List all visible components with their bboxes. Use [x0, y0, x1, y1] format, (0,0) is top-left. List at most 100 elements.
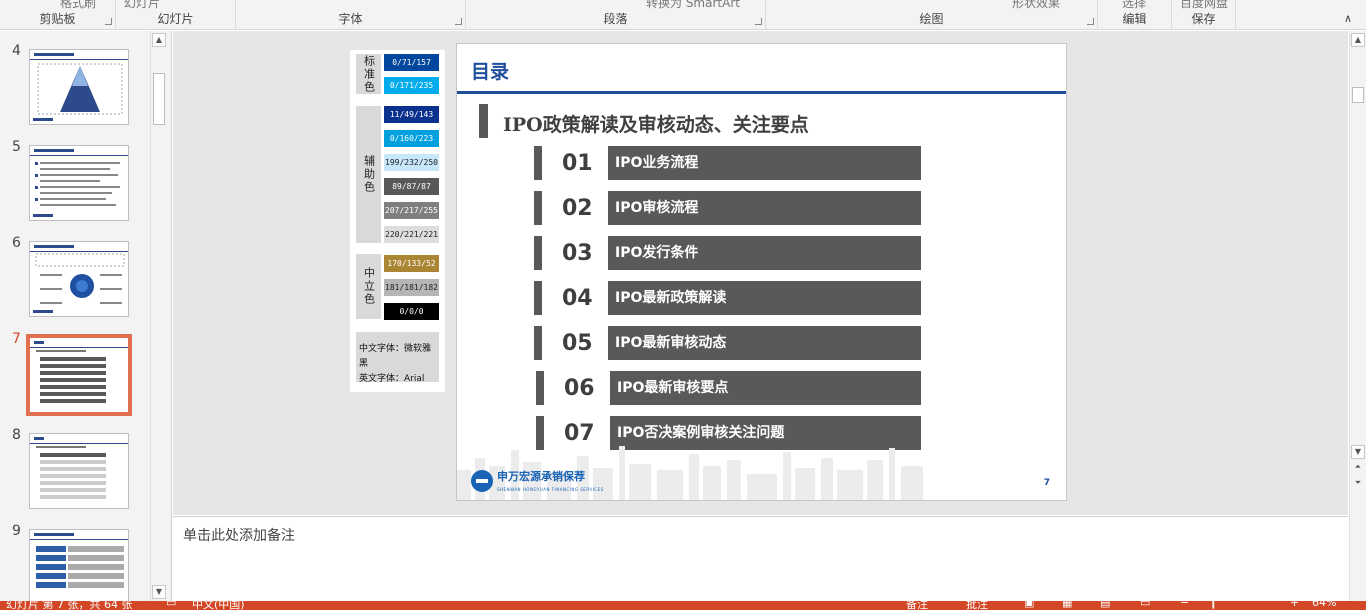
comments-button[interactable]: 批注: [966, 601, 988, 610]
thumbnail-slide-4[interactable]: 4: [0, 31, 150, 125]
status-bar: 幻灯片 第 7 张，共 64 张 ▭ 中文(中国) 备注 批注 ▣ ▦ ▤ ▭ …: [0, 601, 1366, 610]
company-name-cn: 申万宏源承销保荐: [497, 470, 585, 483]
slide-number: 5: [12, 139, 21, 155]
slide-canvas[interactable]: 目录 IPO政策解读及审核动态、关注要点 01 IPO业务流程 02 IPO审核…: [456, 43, 1067, 501]
notes-button[interactable]: 备注: [906, 601, 928, 610]
toc-number: 04: [562, 286, 593, 311]
ribbon-group-label: 字体: [338, 12, 363, 26]
slide-sorter-icon[interactable]: ▦: [1062, 601, 1072, 609]
thumbnail-scrollbar[interactable]: ▲ ▼: [150, 31, 167, 601]
toc-number: 06: [564, 376, 595, 401]
collapse-ribbon-icon[interactable]: ∧: [1344, 12, 1352, 25]
slide-thumbnail-pane: 4 5 6 7 8 9 ▲ ▼: [0, 31, 172, 605]
text-lines-graphic: [35, 162, 120, 206]
slide-thumbnail[interactable]: [29, 145, 129, 221]
legend-group-label: 中立色: [356, 254, 381, 319]
english-font-label: 英文字体：Arial: [359, 374, 425, 384]
ribbon: 格式刷 剪贴板 幻灯片 幻灯片 字体 转换为 SmartArt 段落 形状效果 …: [0, 0, 1366, 30]
company-logo-icon: [471, 470, 493, 492]
color-swatch: 0/171/235: [384, 77, 439, 94]
toc-number: 03: [562, 241, 593, 266]
scroll-down-icon[interactable]: ▼: [152, 585, 166, 599]
color-swatch: 89/87/87: [384, 178, 439, 195]
font-spec-box: 中文字体：微软雅黑 英文字体：Arial: [356, 332, 439, 384]
language-status[interactable]: 中文(中国): [192, 601, 245, 610]
ribbon-group-clipboard: 格式刷 剪贴板: [0, 0, 116, 30]
chinese-font-label: 中文字体：微软雅黑: [359, 344, 432, 369]
slide-thumbnail-selected[interactable]: [26, 334, 132, 416]
toc-label: IPO最新审核要点: [610, 371, 921, 405]
ribbon-group-paragraph: 转换为 SmartArt 段落: [466, 0, 766, 30]
zoom-level[interactable]: 64%: [1312, 601, 1336, 609]
dialog-launcher-icon[interactable]: [1087, 18, 1094, 25]
slide-number: 7: [12, 331, 21, 347]
slideshow-icon[interactable]: ▭: [1140, 601, 1150, 609]
thumbnail-slide-9[interactable]: 9: [0, 511, 150, 605]
slide-thumbnail[interactable]: [29, 241, 129, 317]
toc-label: IPO最新政策解读: [608, 281, 921, 315]
slide-count-status: 幻灯片 第 7 张，共 64 张: [6, 601, 133, 610]
scroll-up-icon[interactable]: ▲: [1351, 33, 1365, 47]
color-swatch: 0/0/0: [384, 303, 439, 320]
ribbon-group-drawing: 形状效果 绘图: [766, 0, 1098, 30]
ribbon-group-label: 剪贴板: [39, 12, 76, 26]
toc-label: IPO业务流程: [608, 146, 921, 180]
toc-number: 05: [562, 331, 593, 356]
thumbnail-slide-8[interactable]: 8: [0, 415, 150, 509]
slide-page-number: 7: [1043, 478, 1050, 488]
slide-scrollbar[interactable]: ▲ ▼ ⏶ ⏷: [1349, 31, 1366, 601]
slide-thumbnail[interactable]: [29, 529, 129, 605]
color-swatch: 207/217/255: [384, 202, 439, 219]
color-legend-panel[interactable]: 标准色 0/71/157 0/171/235 辅助色 11/49/143 0/1…: [350, 50, 445, 392]
slide-thumbnail[interactable]: [29, 433, 129, 509]
ribbon-group-editing: 选择 编辑: [1098, 0, 1172, 30]
ribbon-group-label: 段落: [603, 12, 628, 26]
section-marker: [479, 104, 488, 138]
zoom-out-icon[interactable]: −: [1180, 601, 1189, 609]
toc-number: 02: [562, 196, 593, 221]
previous-slide-icon[interactable]: ⏶: [1351, 461, 1365, 475]
slide-title[interactable]: 目录: [471, 57, 509, 84]
toc-label: IPO审核流程: [608, 191, 921, 225]
color-swatch: 199/232/250: [384, 154, 439, 171]
ribbon-group-label: 幻灯片: [157, 12, 194, 26]
slide-number: 4: [12, 43, 21, 59]
ribbon-group-font: 字体: [236, 0, 466, 30]
slide-thumbnail[interactable]: [29, 49, 129, 125]
toc-label: IPO发行条件: [608, 236, 921, 270]
dialog-launcher-icon[interactable]: [105, 18, 112, 25]
color-swatch: 220/221/221: [384, 226, 439, 243]
title-rule: [457, 91, 1066, 94]
color-swatch: 11/49/143: [384, 106, 439, 123]
spellcheck-icon[interactable]: ▭: [166, 601, 176, 609]
dialog-launcher-icon[interactable]: [755, 18, 762, 25]
scroll-up-icon[interactable]: ▲: [152, 33, 166, 47]
toc-label: IPO最新审核动态: [608, 326, 921, 360]
notes-placeholder[interactable]: 单击此处添加备注: [183, 525, 295, 545]
scrollbar-thumb[interactable]: [153, 73, 165, 125]
legend-group-label: 辅助色: [356, 106, 381, 243]
color-swatch: 0/71/157: [384, 54, 439, 71]
normal-view-icon[interactable]: ▣: [1024, 601, 1034, 609]
ribbon-group-label: 编辑: [1122, 12, 1147, 26]
color-swatch: 0/160/223: [384, 130, 439, 147]
color-swatch: 170/133/52: [384, 255, 439, 272]
section-heading[interactable]: IPO政策解读及审核动态、关注要点: [503, 110, 809, 137]
reading-view-icon[interactable]: ▤: [1100, 601, 1110, 609]
ribbon-group-label: 保存: [1191, 12, 1216, 26]
scroll-down-icon[interactable]: ▼: [1351, 445, 1365, 459]
toc-number: 01: [562, 151, 593, 176]
ribbon-group-save: 百度网盘 保存: [1172, 0, 1236, 30]
zoom-in-icon[interactable]: +: [1290, 601, 1299, 609]
scrollbar-thumb[interactable]: [1352, 87, 1364, 103]
thumbnail-slide-7[interactable]: 7: [0, 319, 150, 416]
dialog-launcher-icon[interactable]: [455, 18, 462, 25]
zoom-slider[interactable]: ┃: [1210, 601, 1217, 609]
gear-diagram-graphic: [35, 253, 125, 304]
next-slide-icon[interactable]: ⏷: [1351, 477, 1365, 491]
pyramid-graphic: [37, 63, 123, 115]
notes-pane[interactable]: 单击此处添加备注: [173, 516, 1348, 601]
ribbon-group-label: 绘图: [919, 12, 944, 26]
thumbnail-slide-5[interactable]: 5: [0, 127, 150, 221]
thumbnail-slide-6[interactable]: 6: [0, 223, 150, 317]
